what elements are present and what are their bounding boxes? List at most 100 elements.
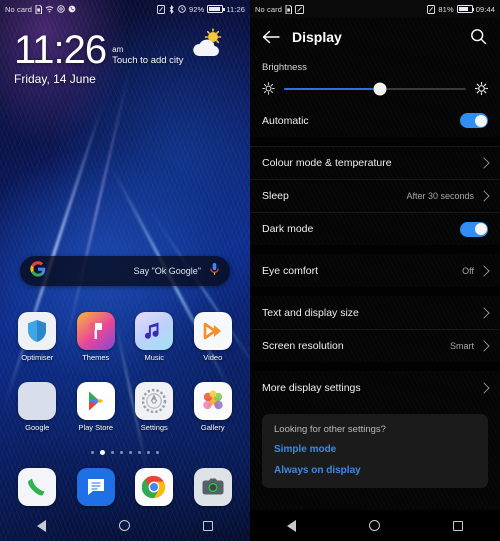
chevron-right-icon <box>478 190 490 202</box>
sim-icon <box>285 4 292 14</box>
app-music[interactable]: Music <box>130 312 178 362</box>
page-dot[interactable] <box>156 451 159 454</box>
messages-icon <box>76 468 115 506</box>
app-label: Music <box>144 353 165 362</box>
phone-icon <box>18 468 57 506</box>
app-gallery[interactable]: Gallery <box>189 382 237 432</box>
brightness-fill <box>284 87 381 90</box>
setting-row-more-display-settings[interactable]: More display settings <box>250 371 500 404</box>
app-themes[interactable]: Themes <box>72 312 120 362</box>
row-label: Dark mode <box>262 223 314 235</box>
chevron-right-icon <box>478 264 490 277</box>
settings-navigation-bar <box>250 510 500 541</box>
app-label: Video <box>203 353 223 362</box>
other-settings-card: Looking for other settings? Simple mode … <box>262 414 488 488</box>
sim-icon <box>35 4 42 14</box>
app-label: Optimiser <box>21 353 54 362</box>
recents-icon[interactable] <box>453 520 464 531</box>
brightness-high-icon <box>474 81 489 96</box>
app-google-folder[interactable]: Google <box>13 382 61 432</box>
brush-icon <box>76 312 115 350</box>
page-dot[interactable] <box>129 451 132 454</box>
app-label: Themes <box>82 353 110 362</box>
folder-icon <box>18 382 57 420</box>
search-hint-text: Say "Ok Google" <box>133 266 201 276</box>
app-camera[interactable] <box>189 468 237 506</box>
setting-row-eye-comfort[interactable]: Eye comfort Off <box>250 254 500 287</box>
brightness-slider-row[interactable] <box>250 75 500 104</box>
setting-row-colour-mode[interactable]: Colour mode & temperature <box>250 146 500 179</box>
app-label: Settings <box>140 423 168 432</box>
back-icon[interactable] <box>36 519 46 532</box>
brightness-thumb[interactable] <box>373 82 387 95</box>
add-city-hint[interactable]: Touch to add city <box>112 55 183 66</box>
carrier-label: No card <box>5 4 32 14</box>
page-dot-active[interactable] <box>100 450 105 455</box>
google-search-bar[interactable]: Say "Ok Google" <box>20 256 230 286</box>
page-dot[interactable] <box>138 451 141 454</box>
card-title: Looking for other settings? <box>274 424 386 435</box>
at-icon <box>57 5 65 13</box>
app-play-store[interactable]: Play Store <box>72 382 120 432</box>
setting-row-text-display-size[interactable]: Text and display size <box>250 296 500 329</box>
brightness-track[interactable] <box>284 82 466 95</box>
page-dot[interactable] <box>147 451 150 454</box>
section-divider <box>250 245 500 254</box>
home-icon[interactable] <box>368 520 380 531</box>
home-icon[interactable] <box>118 520 130 531</box>
dark-mode-toggle[interactable] <box>460 221 488 237</box>
app-settings[interactable]: Settings <box>130 382 178 432</box>
clock-time: 11:26 <box>14 28 107 72</box>
chevron-right-icon <box>478 381 490 394</box>
app-grid-row-2: Google Play Store Settings Gallery <box>0 382 250 432</box>
app-bar: Display <box>250 18 500 56</box>
page-dot[interactable] <box>111 451 114 454</box>
app-chrome[interactable] <box>130 468 178 506</box>
carrier-label: No card <box>255 4 282 14</box>
setting-row-automatic[interactable]: Automatic <box>250 104 500 137</box>
row-value: Off <box>462 265 474 276</box>
app-label: Google <box>25 423 50 432</box>
back-arrow-icon[interactable] <box>262 28 280 46</box>
search-icon[interactable] <box>470 28 488 46</box>
setting-row-dark-mode[interactable]: Dark mode <box>250 212 500 245</box>
gear-icon <box>135 382 174 420</box>
battery-icon <box>456 5 475 13</box>
clock-ampm: am <box>112 44 124 54</box>
nfc-icon <box>427 4 436 14</box>
setting-row-sleep[interactable]: Sleep After 30 seconds <box>250 179 500 212</box>
page-dot[interactable] <box>120 451 123 454</box>
setting-row-screen-resolution[interactable]: Screen resolution Smart <box>250 329 500 362</box>
nfc-icon <box>157 4 165 14</box>
link-always-on-display[interactable]: Always on display <box>274 465 476 476</box>
brightness-low-icon <box>262 82 275 95</box>
shield-icon <box>18 312 57 350</box>
clock-widget[interactable]: 11:26 am Touch to add city Friday, 14 Ju… <box>0 18 250 86</box>
display-settings-screen: No card 81% 09:44 Display Brightness Aut… <box>250 0 500 541</box>
back-icon[interactable] <box>286 519 296 532</box>
automatic-toggle[interactable] <box>460 113 488 128</box>
recents-icon[interactable] <box>203 520 214 531</box>
app-messages[interactable] <box>72 468 120 506</box>
battery-icon <box>207 5 225 13</box>
page-indicator <box>0 450 250 455</box>
alarm-icon <box>178 5 186 13</box>
section-divider <box>250 137 500 146</box>
bluetooth-icon <box>168 4 175 14</box>
row-label: Text and display size <box>262 306 359 319</box>
section-divider <box>250 362 500 371</box>
nfc-icon <box>295 4 304 14</box>
app-video[interactable]: Video <box>189 312 237 362</box>
brightness-section-label: Brightness <box>262 62 307 73</box>
music-note-icon <box>135 312 174 350</box>
chevron-right-icon <box>478 340 490 352</box>
chevron-right-icon <box>478 157 490 169</box>
app-phone[interactable] <box>13 468 61 506</box>
status-time-label: 11:26 <box>226 4 245 14</box>
dual-screenshot: No card 92% 11:26 11:26 am Touch to add … <box>0 0 500 541</box>
link-simple-mode[interactable]: Simple mode <box>274 444 476 455</box>
page-dot[interactable] <box>91 451 94 454</box>
app-optimiser[interactable]: Optimiser <box>13 312 61 362</box>
phone-circle-icon <box>68 5 76 13</box>
microphone-icon[interactable] <box>209 262 220 281</box>
